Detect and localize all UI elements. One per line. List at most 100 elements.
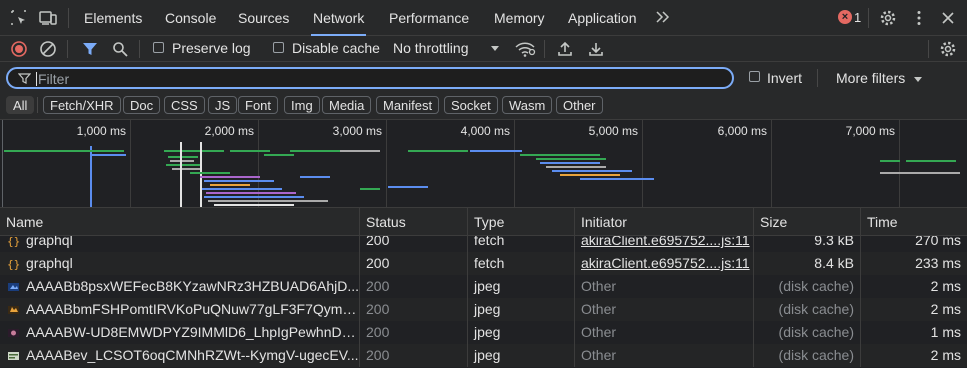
- devtools-tab-bar: Elements Console Sources Network Perform…: [0, 0, 967, 36]
- request-initiator-link[interactable]: akiraClient.e695752....js:11: [575, 236, 754, 252]
- column-header-time[interactable]: Time: [861, 208, 967, 236]
- request-waterfall-bars: [4, 142, 960, 207]
- request-size: (disk cache): [754, 275, 861, 298]
- type-filter-all[interactable]: All: [6, 96, 35, 114]
- throttling-select[interactable]: No throttling: [393, 40, 468, 56]
- column-header-name[interactable]: Name: [0, 208, 360, 236]
- request-status: 200: [360, 321, 468, 344]
- column-header-size[interactable]: Size: [754, 208, 861, 236]
- network-toolbar: Preserve log Disable cache No throttling: [0, 36, 967, 62]
- network-conditions-wifi-icon[interactable]: [514, 40, 536, 58]
- disable-cache-label[interactable]: Disable cache: [292, 40, 380, 56]
- clear-icon[interactable]: [39, 40, 57, 58]
- settings-gear-icon[interactable]: [879, 9, 897, 27]
- request-status: 200: [360, 252, 468, 275]
- toolbar-divider: [817, 69, 818, 87]
- request-name[interactable]: AAAABb8psxWEFecB8KYzawNRz3HZBUAD6AhjD...: [0, 275, 360, 298]
- request-size: 8.4 kB: [754, 252, 861, 275]
- requests-table-header: Name Status Type Initiator Size Time: [0, 208, 967, 236]
- dropdown-arrow-icon[interactable]: [913, 75, 923, 85]
- table-row[interactable]: AAAABW-UD8EMWDPYZ9IMMlD6_LhpIgPewhnDU...…: [0, 321, 967, 344]
- column-header-status[interactable]: Status: [360, 208, 468, 236]
- request-initiator-link[interactable]: akiraClient.e695752....js:11: [575, 252, 754, 275]
- tab-console[interactable]: Console: [165, 0, 216, 36]
- toolbar-divider: [37, 97, 38, 113]
- fetch-icon: {}: [7, 236, 20, 248]
- preserve-log-label[interactable]: Preserve log: [172, 40, 251, 56]
- request-time: 233 ms: [915, 255, 961, 271]
- dropdown-arrow-icon[interactable]: [490, 43, 500, 53]
- request-type: jpeg: [468, 298, 575, 321]
- stop-recording-icon[interactable]: [10, 40, 28, 58]
- error-count[interactable]: 1: [854, 10, 861, 25]
- search-icon[interactable]: [111, 40, 129, 58]
- type-filter-other[interactable]: Other: [556, 96, 603, 114]
- request-size: (disk cache): [754, 344, 861, 367]
- type-filter-doc[interactable]: Doc: [123, 96, 161, 114]
- toolbar-divider: [67, 40, 68, 58]
- invert-checkbox[interactable]: [749, 71, 760, 82]
- request-status: 200: [360, 298, 468, 321]
- request-name[interactable]: AAAABbmFSHPomtIRVKoPuQNuw77gLF3F7QymA...: [0, 298, 360, 321]
- table-row[interactable]: AAAABev_LCSOT6oqCMNhRZWt--KymgV-ugecEV..…: [0, 344, 967, 367]
- filter-funnel-icon: [18, 72, 31, 85]
- image-thumbnail-icon: [7, 303, 20, 316]
- tab-memory[interactable]: Memory: [494, 0, 545, 36]
- type-filter-css[interactable]: CSS: [164, 96, 205, 114]
- tab-sources[interactable]: Sources: [238, 0, 289, 36]
- network-overview-timeline[interactable]: 1,000 ms 2,000 ms 3,000 ms 4,000 ms 5,00…: [0, 120, 967, 208]
- request-name[interactable]: AAAABW-UD8EMWDPYZ9IMMlD6_LhpIgPewhnDU...: [0, 321, 360, 344]
- type-filter-font[interactable]: Font: [238, 96, 279, 114]
- filter-placeholder: Filter: [38, 71, 70, 87]
- request-time: 1 ms: [930, 324, 961, 340]
- type-filter-fetch-xhr[interactable]: Fetch/XHR: [43, 96, 121, 114]
- type-filter-wasm[interactable]: Wasm: [502, 96, 553, 114]
- request-type: fetch: [468, 252, 575, 275]
- request-size: (disk cache): [754, 298, 861, 321]
- fetch-icon: {}: [7, 257, 20, 271]
- filter-funnel-icon[interactable]: [81, 40, 99, 58]
- type-filter-media[interactable]: Media: [322, 96, 372, 114]
- request-initiator: Other: [575, 344, 754, 367]
- request-name[interactable]: graphql: [0, 236, 360, 252]
- table-row[interactable]: graphql {} 200 fetch akiraClient.e695752…: [0, 236, 967, 252]
- column-header-initiator[interactable]: Initiator: [575, 208, 754, 236]
- more-options-icon[interactable]: [910, 9, 928, 27]
- filter-input[interactable]: Filter: [6, 67, 734, 89]
- filter-row: Filter Invert More filters: [0, 62, 967, 92]
- disable-cache-checkbox[interactable]: [273, 42, 284, 53]
- type-filter-manifest[interactable]: Manifest: [376, 96, 440, 114]
- request-status: 200: [360, 344, 468, 367]
- request-name[interactable]: AAAABev_LCSOT6oqCMNhRZWt--KymgV-ugecEV..…: [0, 344, 360, 367]
- request-initiator: Other: [575, 321, 754, 344]
- import-har-upload-icon[interactable]: [556, 40, 574, 58]
- error-icon[interactable]: ×: [838, 10, 852, 24]
- table-row[interactable]: AAAABb8psxWEFecB8KYzawNRz3HZBUAD6AhjD...…: [0, 275, 967, 298]
- request-initiator: Other: [575, 275, 754, 298]
- inspect-element-icon[interactable]: [10, 9, 28, 27]
- more-filters-button[interactable]: More filters: [836, 70, 905, 86]
- request-size: 9.3 kB: [754, 236, 861, 252]
- invert-label[interactable]: Invert: [767, 70, 802, 86]
- close-devtools-icon[interactable]: [939, 9, 957, 27]
- preserve-log-checkbox[interactable]: [153, 42, 164, 53]
- request-type: fetch: [468, 236, 575, 252]
- type-filter-js[interactable]: JS: [208, 96, 238, 114]
- export-har-download-icon[interactable]: [587, 40, 605, 58]
- tab-performance[interactable]: Performance: [389, 0, 469, 36]
- tab-network[interactable]: Network: [310, 0, 367, 36]
- type-filter-img[interactable]: Img: [284, 96, 320, 114]
- more-tabs-icon[interactable]: [655, 10, 671, 24]
- network-settings-gear-icon[interactable]: [939, 40, 957, 58]
- column-header-type[interactable]: Type: [468, 208, 575, 236]
- table-row[interactable]: graphql {} 200 fetch akiraClient.e695752…: [0, 252, 967, 275]
- request-name[interactable]: graphql: [0, 252, 360, 275]
- type-filter-socket[interactable]: Socket: [444, 96, 498, 114]
- tab-elements[interactable]: Elements: [84, 0, 142, 36]
- request-time: 2 ms: [930, 301, 961, 317]
- tab-application[interactable]: Application: [568, 0, 637, 36]
- table-row[interactable]: AAAABbmFSHPomtIRVKoPuQNuw77gLF3F7QymA...…: [0, 298, 967, 321]
- device-toolbar-icon[interactable]: [38, 9, 58, 27]
- svg-text:{}: {}: [7, 258, 20, 270]
- image-thumbnail-icon: [7, 349, 20, 362]
